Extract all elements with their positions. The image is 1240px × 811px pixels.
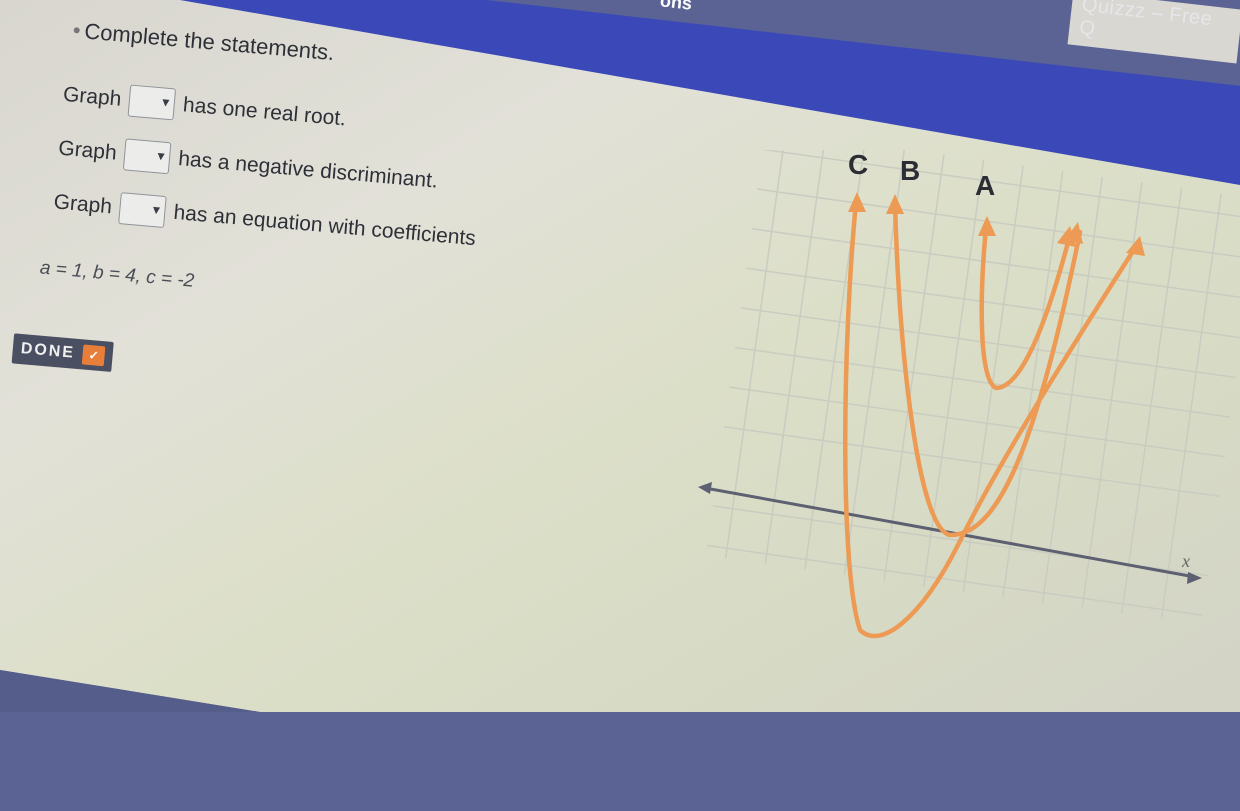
chevron-down-icon: ▾	[152, 201, 161, 218]
curve-a-arrow-icon	[978, 216, 996, 236]
statement-row-2: Graph ▾ has a negative discriminant.	[57, 133, 439, 198]
statement-row-3: Graph ▾ has an equation with coefficient…	[52, 186, 477, 255]
tab-fragment: ons	[659, 0, 694, 14]
curve-arrowheads	[848, 192, 1145, 256]
statement-suffix: has an equation with coefficients	[172, 200, 477, 251]
curve-label-c: C	[848, 150, 868, 180]
done-label: DONE	[20, 340, 76, 362]
statement-prefix: Graph	[52, 190, 113, 219]
graph-select-1[interactable]: ▾	[127, 84, 177, 121]
chevron-down-icon: ▾	[161, 93, 171, 110]
graph-grid	[707, 150, 1240, 620]
chevron-down-icon: ▾	[156, 147, 166, 164]
done-button[interactable]: DONE ✓	[11, 333, 115, 373]
curve-b-arrow-icon	[886, 194, 904, 214]
x-axis-label: x	[1181, 551, 1190, 571]
graph-select-3[interactable]: ▾	[118, 192, 168, 229]
curve-c-right-arrow-icon	[1126, 236, 1145, 256]
window-title: Quizzz – Free Q	[1067, 0, 1240, 64]
graph-select-2[interactable]: ▾	[123, 138, 172, 175]
instruction-text: •Complete the statements.	[71, 17, 336, 66]
statement-row-1: Graph ▾ has one real root.	[62, 79, 348, 136]
statement-suffix: has one real root.	[182, 93, 347, 131]
statement-prefix: Graph	[57, 136, 118, 165]
statement-prefix: Graph	[62, 82, 123, 111]
bullet-icon: •	[71, 17, 82, 43]
check-icon: ✓	[81, 344, 106, 367]
parabola-graph: x C B A	[698, 150, 1240, 639]
curve-label-a: A	[975, 170, 995, 201]
statement-suffix: has a negative discriminant.	[177, 147, 439, 193]
curve-label-b: B	[900, 155, 920, 186]
coefficients-text: a = 1, b = 4, c = -2	[39, 257, 196, 292]
x-axis-left-arrow-icon	[698, 482, 712, 494]
